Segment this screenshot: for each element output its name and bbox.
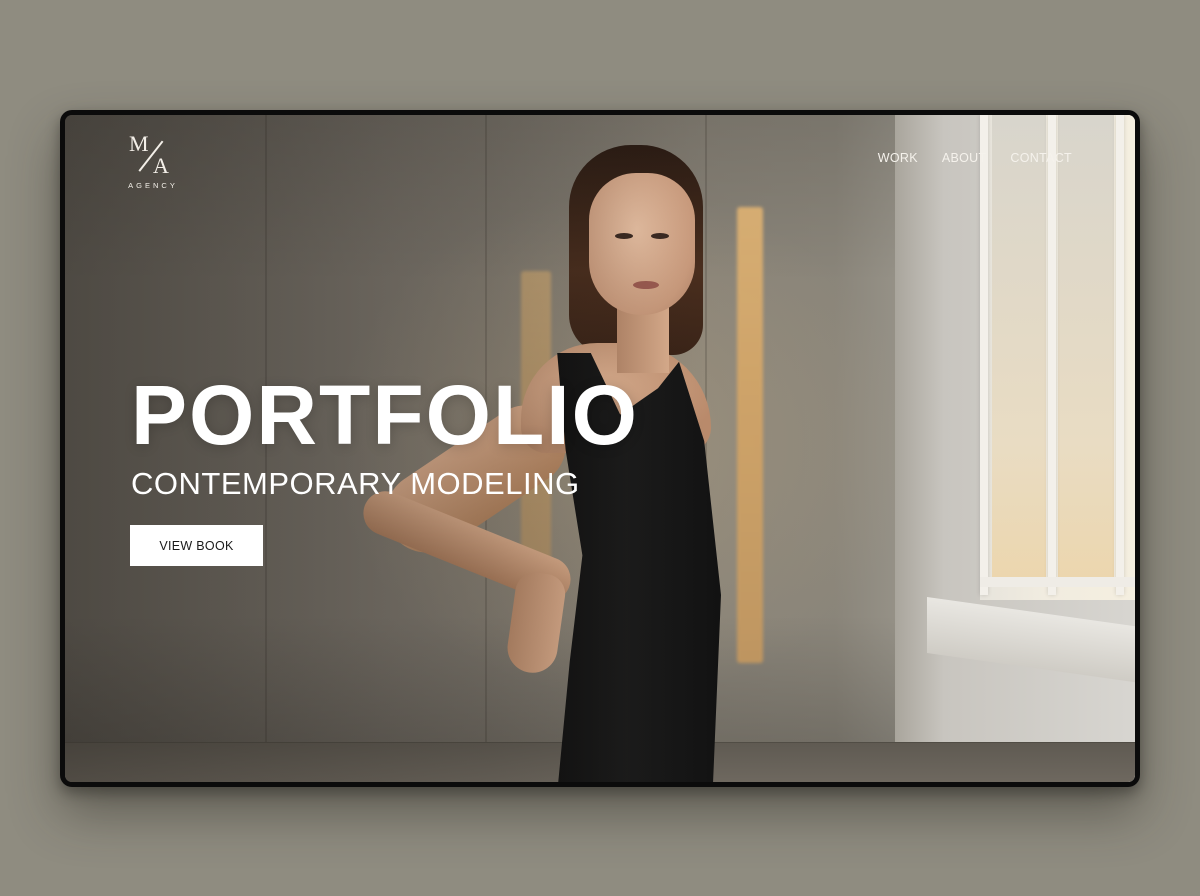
hero-title: PORTFOLIO [131, 368, 639, 462]
logo-letter-a: A [153, 153, 169, 178]
agency-logo[interactable]: M A AGENCY [125, 133, 181, 191]
hero-subtitle: CONTEMPORARY MODELING [131, 466, 580, 501]
page-stage: M A AGENCY WORK ABOUT CONTACT PORTFOLIO … [0, 0, 1200, 896]
nav-link-work[interactable]: WORK [878, 151, 918, 165]
device-frame: M A AGENCY WORK ABOUT CONTACT PORTFOLIO … [60, 110, 1140, 787]
hero-section: M A AGENCY WORK ABOUT CONTACT PORTFOLIO … [65, 115, 1135, 782]
view-book-button[interactable]: VIEW BOOK [130, 525, 263, 566]
nav-link-contact[interactable]: CONTACT [1010, 151, 1072, 165]
main-nav: WORK ABOUT CONTACT [878, 151, 1072, 165]
logo-letter-m: M [129, 131, 149, 156]
logo-monogram: M A [125, 133, 181, 179]
logo-wordmark: AGENCY [128, 181, 178, 190]
nav-link-about[interactable]: ABOUT [942, 151, 987, 165]
